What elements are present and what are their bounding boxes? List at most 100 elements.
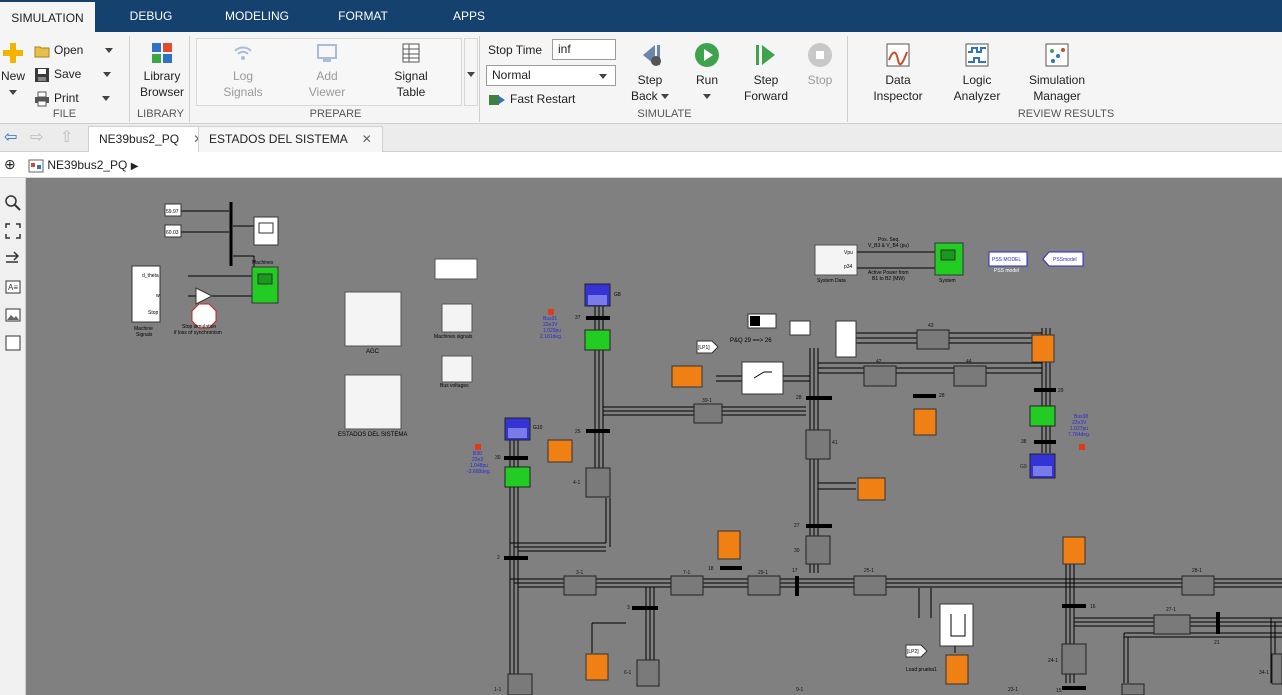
simulation-manager-line2: Manager <box>1033 89 1081 103</box>
zoom-icon[interactable] <box>4 194 22 212</box>
simulation-manager-button[interactable]: Simulation Manager <box>1022 42 1092 104</box>
signal-table-button[interactable]: Signal Table <box>378 42 444 100</box>
pq-measure-block[interactable] <box>789 320 811 336</box>
save-button[interactable]: Save <box>34 64 111 84</box>
agc-block[interactable] <box>344 291 402 347</box>
line-block-41[interactable] <box>805 429 831 460</box>
new-button[interactable]: New <box>0 42 26 100</box>
run-button[interactable]: Run <box>684 42 730 104</box>
line-block-bottom[interactable] <box>1121 683 1145 695</box>
selector-block[interactable] <box>835 320 857 358</box>
line-block-7-1[interactable] <box>670 575 704 596</box>
log-signals-button[interactable]: Log Signals <box>208 42 278 100</box>
stop-button[interactable]: Stop <box>798 42 842 88</box>
line-block-43[interactable] <box>916 329 950 350</box>
bus-num-37: 37 <box>575 315 581 321</box>
bus-voltages-block[interactable] <box>441 355 473 383</box>
gen-measure-g9[interactable] <box>1029 405 1056 427</box>
line-block-24-1[interactable] <box>1061 643 1087 675</box>
load-block[interactable] <box>857 477 886 501</box>
simulation-manager-icon <box>1045 43 1069 67</box>
load-block[interactable] <box>913 408 937 436</box>
line-block-4-1[interactable] <box>585 467 611 498</box>
data-inspector-button[interactable]: Data Inspector <box>860 42 936 104</box>
stop-time-input[interactable]: inf <box>552 39 616 60</box>
table-line2: Table <box>396 85 426 99</box>
log-line2: Signals <box>223 85 263 99</box>
line-num-7-1: 7-1 <box>683 570 690 576</box>
table-icon <box>402 43 420 63</box>
stop-time-label: Stop Time <box>488 43 543 57</box>
doc-tab-estados[interactable]: ESTADOS DEL SISTEMA ✕ <box>198 126 383 152</box>
load-block[interactable] <box>717 530 741 560</box>
empty-block[interactable] <box>434 258 478 280</box>
bus-num-15: 15 <box>1056 688 1062 694</box>
doc-tab-ne39bus2[interactable]: NE39bus2_PQ✕ <box>88 126 215 152</box>
forward-arrow-icon[interactable]: ⇨ <box>30 130 43 146</box>
add-viewer-button[interactable]: Add Viewer <box>292 42 362 100</box>
load-prueba-block[interactable] <box>939 603 974 647</box>
hide-explorer-icon[interactable]: ⊕ <box>4 156 16 173</box>
load-block[interactable] <box>1031 334 1055 363</box>
close-icon[interactable]: ✕ <box>362 132 372 146</box>
tab-debug[interactable]: DEBUG <box>115 0 187 32</box>
logic-analyzer-button[interactable]: Logic Analyzer <box>942 42 1012 104</box>
print-button[interactable]: Print <box>34 88 111 108</box>
line-block-6-1[interactable] <box>636 659 660 687</box>
simulation-mode-select[interactable]: Normal <box>486 65 616 86</box>
line-block-1-1[interactable] <box>507 673 533 695</box>
arrow-route-icon[interactable] <box>4 250 22 268</box>
line-block-29-1[interactable] <box>747 575 781 596</box>
estados-block[interactable] <box>344 374 402 430</box>
fast-restart-toggle[interactable]: Fast Restart <box>488 89 575 109</box>
image-icon[interactable] <box>4 306 22 324</box>
up-arrow-icon[interactable]: ⇧ <box>60 130 73 146</box>
breadcrumb[interactable]: NE39bus2_PQ ▶ <box>28 156 138 174</box>
step-back-button[interactable]: Step Back <box>622 42 678 104</box>
machines-signals-block[interactable] <box>441 303 473 333</box>
line-block-39-1[interactable] <box>693 403 723 424</box>
step-forward-button[interactable]: Step Forward <box>738 42 794 104</box>
load-block[interactable] <box>585 653 609 681</box>
line-block-3-1[interactable] <box>563 575 597 596</box>
gen-measure-g10[interactable] <box>504 466 531 488</box>
tab-format[interactable]: FORMAT <box>325 0 401 32</box>
step-back-line2: Back <box>630 89 658 103</box>
agc-label: AGC <box>366 349 380 355</box>
fit-view-icon[interactable] <box>4 222 22 240</box>
diagram-svg: 59.97 60.03 d_theta w Stop Machine Signa… <box>131 202 1282 695</box>
machines-scope[interactable] <box>251 266 279 304</box>
line-block-28-1[interactable] <box>1181 575 1215 596</box>
group-label-prepare: PREPARE <box>309 108 362 120</box>
gen-measure-g8[interactable] <box>584 329 611 351</box>
load-block[interactable] <box>945 654 969 685</box>
group-review-results: Data Inspector Logic Analyzer Simulation… <box>850 36 1282 122</box>
line-block-34-1[interactable] <box>1271 653 1282 685</box>
open-button[interactable]: Open <box>34 40 113 60</box>
tab-apps[interactable]: APPS <box>438 0 500 32</box>
bus-num-38: 38 <box>1021 439 1027 445</box>
line-block-25-1[interactable] <box>853 575 887 596</box>
load-block[interactable] <box>671 365 703 388</box>
open-label: Open <box>54 43 84 57</box>
line-block-44[interactable] <box>953 365 987 387</box>
group-file: New Open Save Print FILE <box>0 36 130 122</box>
breaker-block[interactable] <box>741 361 784 395</box>
prepare-gallery-expand[interactable] <box>464 38 478 106</box>
annotation-icon[interactable]: A≡ <box>4 278 22 296</box>
line-block-42[interactable] <box>863 365 897 387</box>
chevron-down-icon <box>599 74 607 79</box>
tab-modeling[interactable]: MODELING <box>212 0 302 32</box>
line-block-27-1[interactable] <box>1153 614 1191 635</box>
load-block[interactable] <box>547 439 573 463</box>
load-block[interactable] <box>1062 536 1086 565</box>
line-block-30[interactable] <box>805 535 831 565</box>
tab-simulation[interactable]: SIMULATION <box>0 0 95 32</box>
library-browser-button[interactable]: Library Browser <box>134 42 190 100</box>
save-label: Save <box>54 67 82 81</box>
model-canvas[interactable]: 59.97 60.03 d_theta w Stop Machine Signa… <box>26 178 1282 695</box>
back-arrow-icon[interactable]: ⇦ <box>4 130 17 146</box>
add-line2: Viewer <box>308 85 346 99</box>
line-num-1-1: 1-1 <box>494 687 501 693</box>
area-icon[interactable] <box>4 334 22 352</box>
